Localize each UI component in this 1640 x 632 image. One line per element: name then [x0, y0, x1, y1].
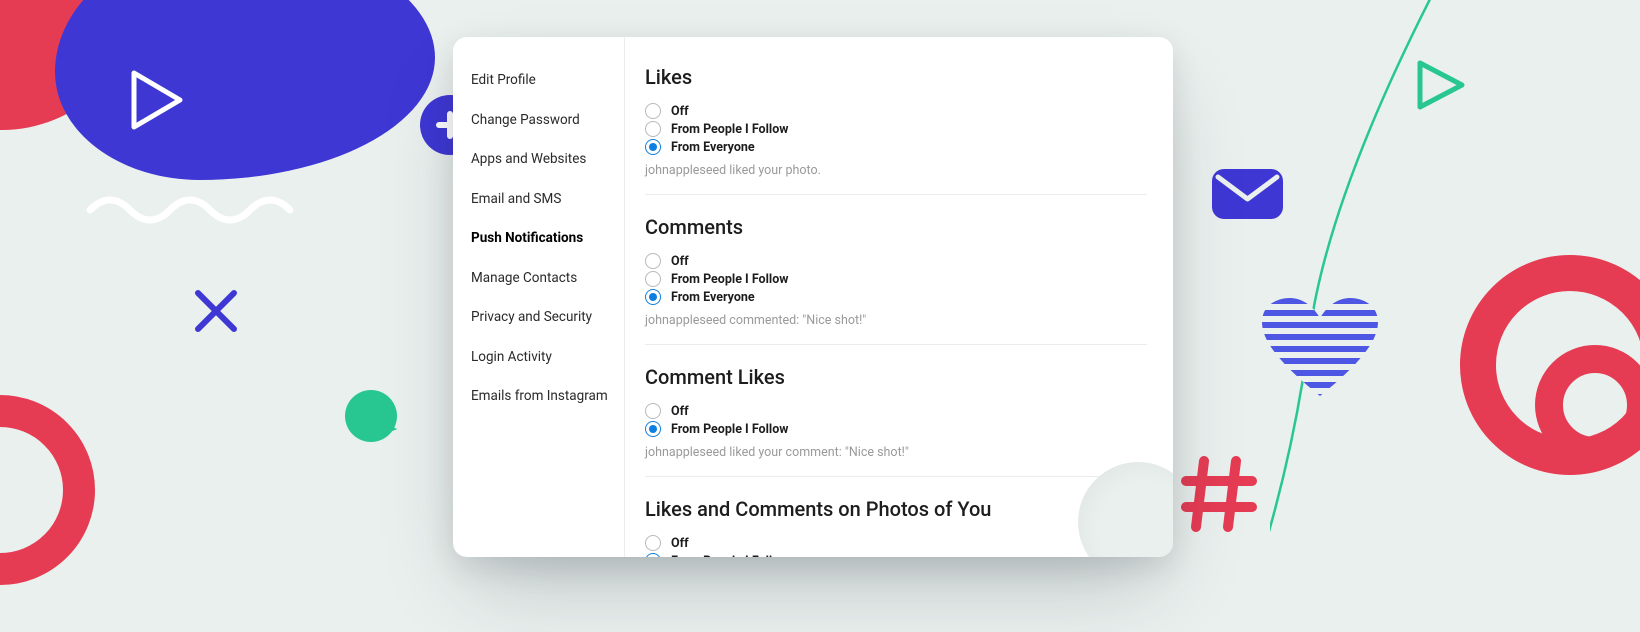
radio-icon: [645, 103, 661, 119]
radio-option[interactable]: From Everyone: [645, 139, 1147, 155]
radio-option[interactable]: Off: [645, 253, 1147, 269]
radio-option[interactable]: From People I Follow: [645, 121, 1147, 137]
red-ring-inner-shape: [1535, 345, 1640, 465]
radio-label: Off: [671, 254, 689, 269]
radio-label: From People I Follow: [671, 422, 788, 437]
section-title: Likes: [645, 65, 1147, 89]
x-icon: [190, 285, 242, 337]
example-text: johnappleseed commented: "Nice shot!": [645, 313, 1147, 328]
sidebar-item-emails-from-instagram[interactable]: Emails from Instagram: [471, 377, 624, 417]
red-ring-shape: [0, 395, 95, 585]
settings-main: Likes Off From People I Follow From Everyon…: [625, 37, 1173, 557]
sidebar-item-apps-and-websites[interactable]: Apps and Websites: [471, 140, 624, 180]
radio-option[interactable]: Off: [645, 403, 1147, 419]
section-likes: Likes Off From People I Follow From Everyon…: [645, 65, 1147, 195]
squiggle-line-icon: [85, 190, 315, 230]
radio-option[interactable]: From People I Follow: [645, 271, 1147, 287]
example-text: johnappleseed liked your photo.: [645, 163, 1147, 178]
hashtag-icon: [1180, 455, 1258, 533]
play-outline-icon: [120, 65, 190, 135]
speech-bubble-icon: [345, 390, 397, 442]
sidebar-item-push-notifications[interactable]: Push Notifications: [471, 219, 624, 259]
radio-label: From People I Follow: [671, 272, 788, 287]
red-blob-shape: [0, 0, 140, 130]
radio-icon: [645, 121, 661, 137]
radio-option[interactable]: Off: [645, 103, 1147, 119]
section-comments: Comments Off From People I Follow From Ever…: [645, 215, 1147, 345]
radio-icon: [645, 421, 661, 437]
sidebar-item-login-activity[interactable]: Login Activity: [471, 338, 624, 378]
radio-label: From Everyone: [671, 140, 755, 155]
sidebar-item-email-and-sms[interactable]: Email and SMS: [471, 180, 624, 220]
sidebar-item-manage-contacts[interactable]: Manage Contacts: [471, 259, 624, 299]
radio-label: From People I Follow: [671, 554, 788, 558]
section-title: Comment Likes: [645, 365, 1147, 389]
purple-blob-shape: [55, 0, 435, 180]
radio-label: Off: [671, 536, 689, 551]
radio-icon: [645, 403, 661, 419]
sidebar-item-edit-profile[interactable]: Edit Profile: [471, 61, 624, 101]
sidebar-item-privacy-and-security[interactable]: Privacy and Security: [471, 298, 624, 338]
radio-icon: [645, 253, 661, 269]
section-title: Likes and Comments on Photos of You: [645, 497, 1147, 521]
section-likes-and-comments-on-photos-of-you: Likes and Comments on Photos of You Off Fr…: [645, 497, 1147, 557]
dot-grid-pattern: [0, 300, 182, 462]
radio-option[interactable]: From Everyone: [645, 289, 1147, 305]
radio-option[interactable]: From People I Follow: [645, 421, 1147, 437]
settings-panel: Edit ProfileChange PasswordApps and Webs…: [453, 37, 1173, 557]
section-title: Comments: [645, 215, 1147, 239]
radio-label: From People I Follow: [671, 122, 788, 137]
radio-icon: [645, 271, 661, 287]
section-comment-likes: Comment Likes Off From People I Follow john…: [645, 365, 1147, 477]
red-ring-shape-right: [1460, 255, 1640, 475]
mail-icon: [1210, 165, 1285, 223]
example-text: johnappleseed liked your comment: "Nice …: [645, 445, 1147, 460]
settings-sidebar: Edit ProfileChange PasswordApps and Webs…: [453, 37, 625, 557]
striped-heart-icon: [1260, 298, 1380, 402]
radio-label: Off: [671, 104, 689, 119]
radio-option[interactable]: Off: [645, 535, 1147, 551]
radio-icon: [645, 139, 661, 155]
radio-label: From Everyone: [671, 290, 755, 305]
radio-icon: [645, 535, 661, 551]
radio-icon: [645, 289, 661, 305]
sidebar-item-change-password[interactable]: Change Password: [471, 101, 624, 141]
radio-label: Off: [671, 404, 689, 419]
radio-icon: [645, 553, 661, 557]
radio-option[interactable]: From People I Follow: [645, 553, 1147, 557]
play-triangle-icon: [1410, 55, 1470, 115]
green-curve-line: [1270, 0, 1530, 632]
